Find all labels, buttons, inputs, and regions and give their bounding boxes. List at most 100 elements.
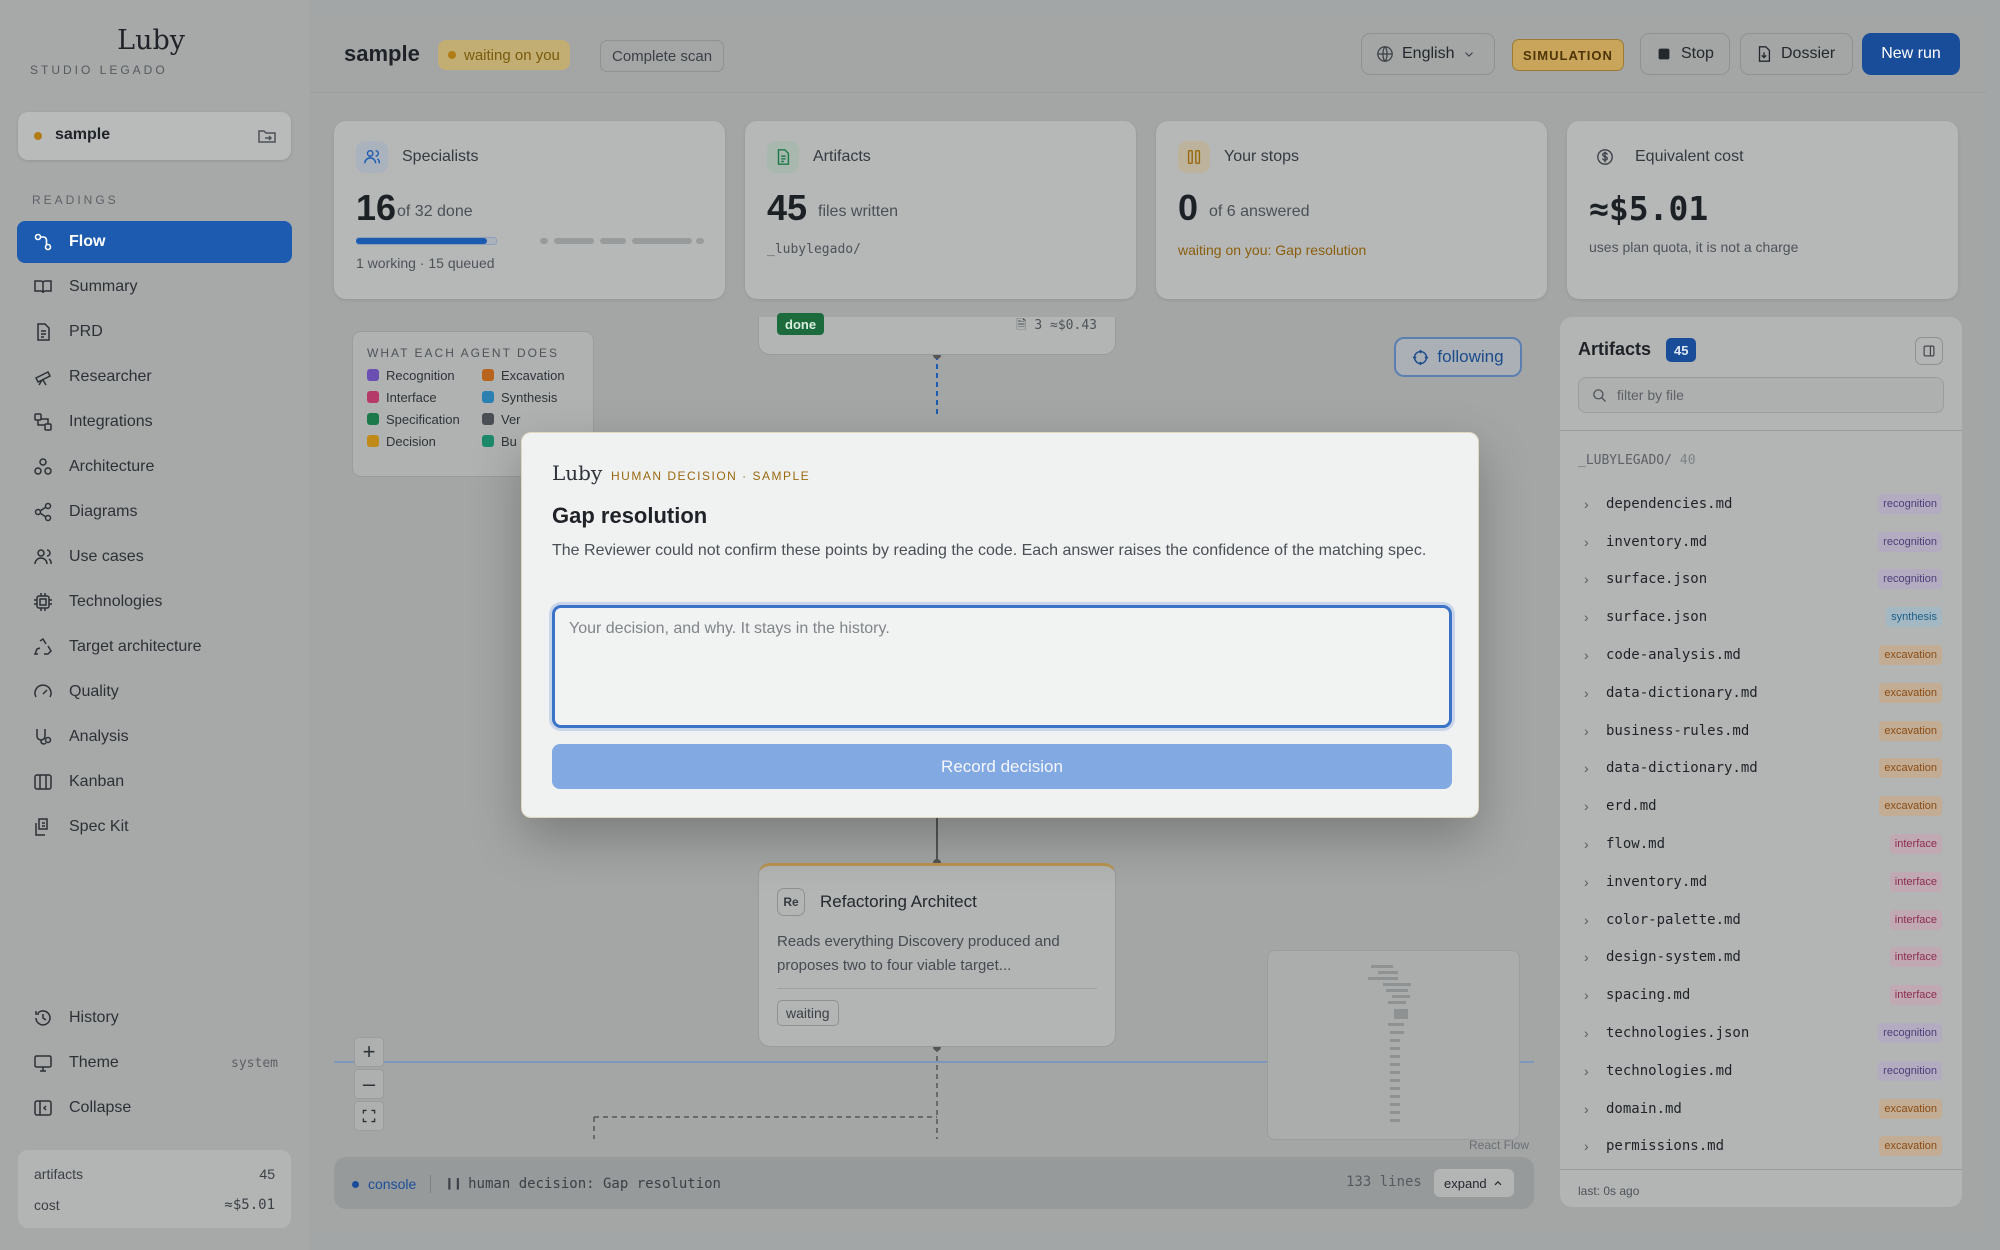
language-select[interactable]: English: [1361, 33, 1495, 75]
dollar-icon: [1597, 149, 1613, 165]
sidebar-item-technologies[interactable]: Technologies: [17, 581, 292, 623]
artifact-row[interactable]: › inventory.md interface: [1578, 863, 1944, 901]
sidebar-item-kanban[interactable]: Kanban: [17, 761, 292, 803]
folder-switch-icon[interactable]: [257, 126, 277, 146]
artifacts-of: files written: [818, 203, 899, 220]
console-bar: console ❙❙ human decision: Gap resolutio…: [334, 1157, 1534, 1209]
architecture-icon: [34, 458, 52, 475]
artifact-row[interactable]: › inventory.md recognition: [1578, 523, 1944, 561]
decision-textarea[interactable]: [552, 605, 1452, 728]
artifact-row[interactable]: › technologies.md recognition: [1578, 1052, 1944, 1090]
dossier-label: Dossier: [1781, 45, 1836, 62]
chevron-right-icon: ›: [1584, 798, 1589, 815]
sidebar-panel-icon: [1923, 345, 1935, 357]
specialists-of: of 32 done: [397, 203, 473, 220]
panel-toggle-button[interactable]: [1915, 337, 1943, 365]
specialists-sub: 1 working · 15 queued: [356, 255, 495, 271]
chevron-right-icon: ›: [1584, 647, 1589, 664]
flow-node-refactoring-architect[interactable]: Re Refactoring Architect Reads everythin…: [758, 863, 1116, 1047]
minimap[interactable]: [1267, 950, 1520, 1140]
artifact-row[interactable]: › business-rules.md excavation: [1578, 712, 1944, 750]
artifact-tag: interface: [1889, 909, 1942, 930]
sidebar-item-target-architecture[interactable]: Target architecture: [17, 626, 292, 668]
brand-subtitle: STUDIO LEGADO: [30, 63, 168, 77]
sidebar-item-prd[interactable]: PRD: [17, 311, 292, 353]
sidebar-item-spec-kit[interactable]: Spec Kit: [17, 806, 292, 848]
artifact-row[interactable]: › dependencies.md recognition: [1578, 485, 1944, 523]
stop-button[interactable]: Stop: [1640, 33, 1730, 75]
artifact-file-name: erd.md: [1606, 798, 1657, 815]
sidebar-item-architecture[interactable]: Architecture: [17, 446, 292, 488]
dossier-button[interactable]: Dossier: [1740, 33, 1853, 75]
sidebar-item-analysis[interactable]: Analysis: [17, 716, 292, 758]
zoom-in-button[interactable]: +: [354, 1037, 384, 1067]
sidebar-item-integrations[interactable]: Integrations: [17, 401, 292, 443]
artifact-file-name: design-system.md: [1606, 949, 1741, 966]
chevron-right-icon: ›: [1584, 571, 1589, 588]
sidebar-item-flow[interactable]: Flow: [17, 221, 292, 263]
following-toggle[interactable]: following: [1394, 337, 1522, 377]
sidebar-item-researcher[interactable]: Researcher: [17, 356, 292, 398]
node-divider: [777, 988, 1097, 989]
artifact-row[interactable]: › color-palette.md interface: [1578, 901, 1944, 939]
record-decision-button[interactable]: Record decision: [552, 744, 1452, 789]
react-flow-attribution[interactable]: React Flow: [1469, 1138, 1529, 1152]
artifact-row[interactable]: › data-dictionary.md excavation: [1578, 750, 1944, 788]
flow-node-done[interactable]: done 🗎 3 ≈$0.43: [758, 313, 1116, 355]
sidebar-item-summary[interactable]: Summary: [17, 266, 292, 308]
history-icon: [35, 1010, 51, 1026]
console-expand-button[interactable]: expand: [1434, 1169, 1514, 1197]
artifact-row[interactable]: › design-system.md interface: [1578, 939, 1944, 977]
sidebar-item-label: Researcher: [69, 368, 152, 385]
file-icon: 🗎: [1016, 318, 1027, 333]
artifact-row[interactable]: › flow.md interface: [1578, 825, 1944, 863]
artifact-row[interactable]: › code-analysis.md excavation: [1578, 636, 1944, 674]
page-title: sample: [344, 41, 420, 66]
document-icon: [777, 149, 790, 165]
artifacts-folder[interactable]: _LUBYLEGADO/40: [1578, 453, 1696, 468]
artifacts-search-input[interactable]: filter by file: [1578, 377, 1944, 413]
stats-cost-value: ≈$5.01: [224, 1197, 275, 1213]
sidebar-item-label: Summary: [69, 278, 138, 295]
sidebar-nav: Flow Summary PRD Researcher Integrations…: [17, 221, 292, 851]
artifact-row[interactable]: › spacing.md interface: [1578, 976, 1944, 1014]
artifact-row[interactable]: › surface.json synthesis: [1578, 598, 1944, 636]
artifact-file-name: data-dictionary.md: [1606, 684, 1758, 701]
stops-sub: waiting on you: Gap resolution: [1178, 242, 1367, 258]
sidebar-item-quality[interactable]: Quality: [17, 671, 292, 713]
zoom-controls: + –: [354, 1037, 384, 1133]
status-dot: [448, 51, 456, 59]
sidebar-item-theme[interactable]: Theme system: [17, 1042, 292, 1084]
artifact-row[interactable]: › domain.md excavation: [1578, 1090, 1944, 1128]
sidebar-item-diagrams[interactable]: Diagrams: [17, 491, 292, 533]
modal-eyebrow: HUMAN DECISION · SAMPLE: [611, 469, 811, 483]
artifact-row[interactable]: › technologies.json recognition: [1578, 1014, 1944, 1052]
specialists-icon-wrap: [356, 141, 388, 173]
chevron-right-icon: ›: [1584, 949, 1589, 966]
stops-icon-wrap: [1178, 141, 1210, 173]
gauge-icon: [34, 684, 52, 698]
artifact-row[interactable]: › permissions.md excavation: [1578, 1128, 1944, 1166]
artifact-tag: recognition: [1878, 531, 1942, 552]
sidebar-item-label: Collapse: [69, 1099, 132, 1116]
chevron-right-icon: ›: [1584, 1100, 1589, 1117]
zoom-out-button[interactable]: –: [354, 1069, 384, 1099]
legend-label: Specification: [386, 412, 460, 427]
fit-view-button[interactable]: [354, 1101, 384, 1131]
artifact-row[interactable]: › data-dictionary.md excavation: [1578, 674, 1944, 712]
project-selector[interactable]: sample: [18, 112, 291, 160]
sidebar-item-collapse[interactable]: Collapse: [17, 1087, 292, 1129]
chevron-right-icon: ›: [1584, 609, 1589, 626]
artifact-row[interactable]: › surface.json recognition: [1578, 561, 1944, 599]
artifact-row[interactable]: › erd.md excavation: [1578, 787, 1944, 825]
modal-title: Gap resolution: [552, 503, 708, 528]
expand-label: expand: [1444, 1175, 1487, 1191]
status-badge: waiting on you: [438, 40, 570, 70]
sidebar-item-history[interactable]: History: [17, 997, 292, 1039]
legend-item: Interface: [367, 390, 482, 405]
progress-segment: [540, 238, 548, 244]
new-run-button[interactable]: New run: [1862, 33, 1960, 75]
artifact-file-name: inventory.md: [1606, 873, 1708, 890]
sidebar-item-label: Kanban: [69, 773, 125, 790]
sidebar-item-use-cases[interactable]: Use cases: [17, 536, 292, 578]
